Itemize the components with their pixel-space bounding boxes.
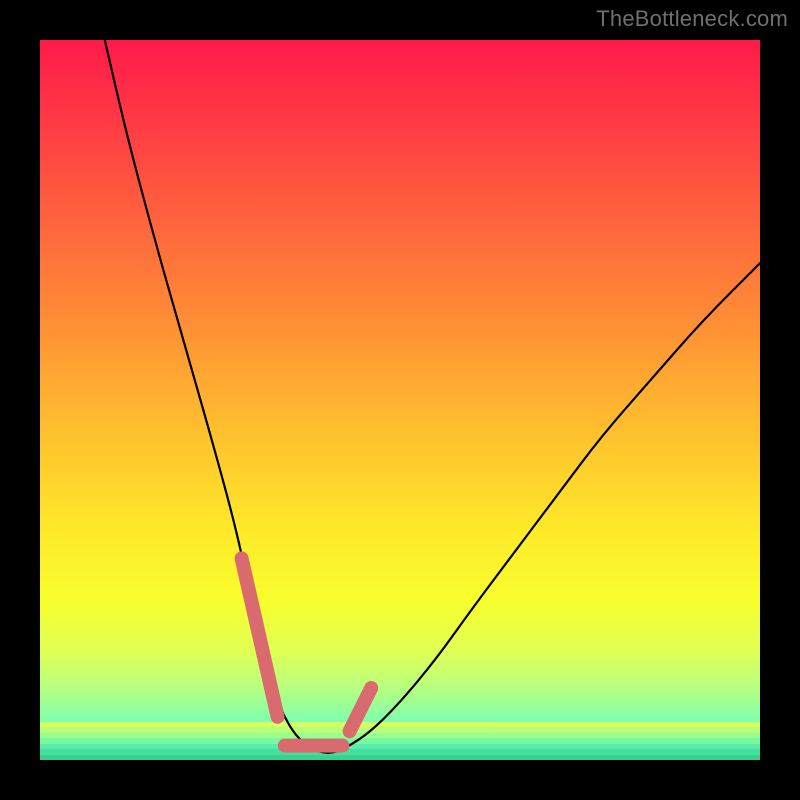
plot-area bbox=[40, 40, 760, 760]
curve-svg bbox=[40, 40, 760, 760]
highlight-left bbox=[242, 558, 278, 716]
watermark-text: TheBottleneck.com bbox=[596, 6, 788, 32]
chart-frame: TheBottleneck.com bbox=[0, 0, 800, 800]
bottleneck-curve-path bbox=[105, 40, 760, 753]
highlight-right bbox=[350, 688, 372, 731]
